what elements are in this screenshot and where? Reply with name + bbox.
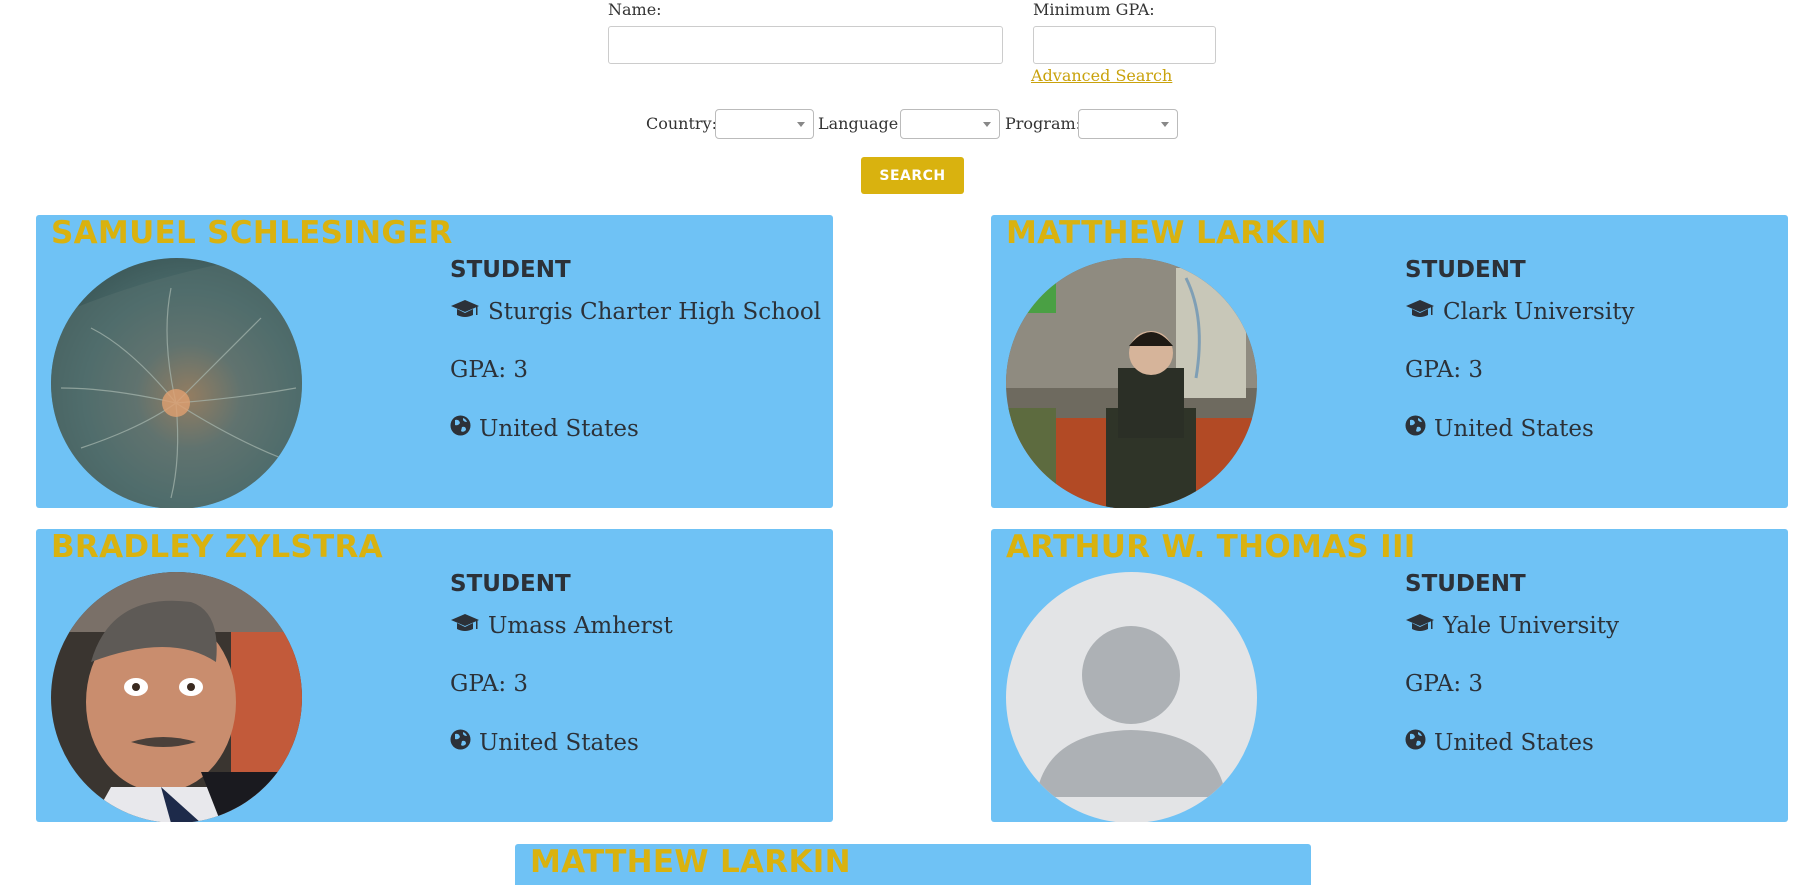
- globe-icon: [450, 729, 471, 756]
- language-select[interactable]: [900, 109, 1000, 139]
- chevron-down-icon: [983, 122, 991, 127]
- graduation-cap-icon: [1405, 299, 1435, 325]
- country-name: United States: [479, 415, 639, 442]
- gpa-value: GPA: 3: [450, 357, 529, 383]
- school-line: Clark University: [1405, 299, 1634, 325]
- gpa-value: GPA: 3: [1405, 671, 1484, 697]
- graduation-cap-icon: [450, 613, 480, 639]
- program-label: Program:: [1005, 114, 1082, 133]
- globe-icon: [450, 415, 471, 442]
- school-line: Sturgis Charter High School: [450, 299, 821, 325]
- school-line: Yale University: [1405, 613, 1619, 639]
- student-card[interactable]: ARTHUR W. THOMAS III STUDENT Yale Univer…: [991, 529, 1788, 822]
- globe-icon: [1405, 415, 1426, 442]
- student-role: STUDENT: [450, 257, 571, 283]
- school-name: Clark University: [1443, 299, 1635, 325]
- country-name: United States: [1434, 415, 1594, 442]
- graduation-cap-icon: [450, 299, 480, 325]
- school-name: Sturgis Charter High School: [488, 299, 822, 325]
- student-card[interactable]: MATTHEW LARKIN: [515, 844, 1311, 885]
- min-gpa-input[interactable]: [1033, 26, 1216, 64]
- student-role: STUDENT: [450, 571, 571, 597]
- globe-icon: [1405, 729, 1426, 756]
- country-line: United States: [1405, 415, 1594, 442]
- student-name[interactable]: MATTHEW LARKIN: [1006, 215, 1327, 251]
- student-name[interactable]: ARTHUR W. THOMAS III: [1006, 529, 1416, 565]
- school-name: Umass Amherst: [488, 613, 673, 639]
- student-name[interactable]: SAMUEL SCHLESINGER: [51, 215, 453, 251]
- student-name[interactable]: BRADLEY ZYLSTRA: [51, 529, 383, 565]
- school-name: Yale University: [1443, 613, 1619, 639]
- advanced-search-link[interactable]: Advanced Search: [1031, 66, 1172, 85]
- avatar: [51, 258, 302, 508]
- country-line: United States: [450, 415, 639, 442]
- school-line: Umass Amherst: [450, 613, 673, 639]
- country-name: United States: [479, 729, 639, 756]
- student-card[interactable]: SAMUEL SCHLESINGER STUDENT Sturgis Chart…: [36, 215, 833, 508]
- country-select[interactable]: [715, 109, 814, 139]
- gpa-value: GPA: 3: [1405, 357, 1484, 383]
- country-line: United States: [450, 729, 639, 756]
- name-input[interactable]: [608, 26, 1003, 64]
- student-card[interactable]: MATTHEW LARKIN STUDENT Clark University …: [991, 215, 1788, 508]
- gpa-value: GPA: 3: [450, 671, 529, 697]
- chevron-down-icon: [797, 122, 805, 127]
- min-gpa-label: Minimum GPA:: [1033, 0, 1155, 19]
- country-name: United States: [1434, 729, 1594, 756]
- default-user-icon: [1006, 572, 1257, 822]
- country-label: Country:: [646, 114, 717, 133]
- graduation-cap-icon: [1405, 613, 1435, 639]
- country-line: United States: [1405, 729, 1594, 756]
- student-role: STUDENT: [1405, 257, 1526, 283]
- avatar: [51, 572, 302, 822]
- search-button[interactable]: SEARCH: [861, 157, 964, 194]
- student-card[interactable]: BRADLEY ZYLSTRA STUDENT Umass Amherst GP…: [36, 529, 833, 822]
- avatar: [1006, 572, 1257, 822]
- avatar: [1006, 258, 1257, 508]
- name-label: Name:: [608, 0, 662, 19]
- language-label: Language:: [818, 114, 904, 133]
- filter-row: Country: Language: Program:: [0, 109, 1805, 139]
- chevron-down-icon: [1161, 122, 1169, 127]
- student-name[interactable]: MATTHEW LARKIN: [530, 844, 851, 880]
- program-select[interactable]: [1078, 109, 1178, 139]
- student-role: STUDENT: [1405, 571, 1526, 597]
